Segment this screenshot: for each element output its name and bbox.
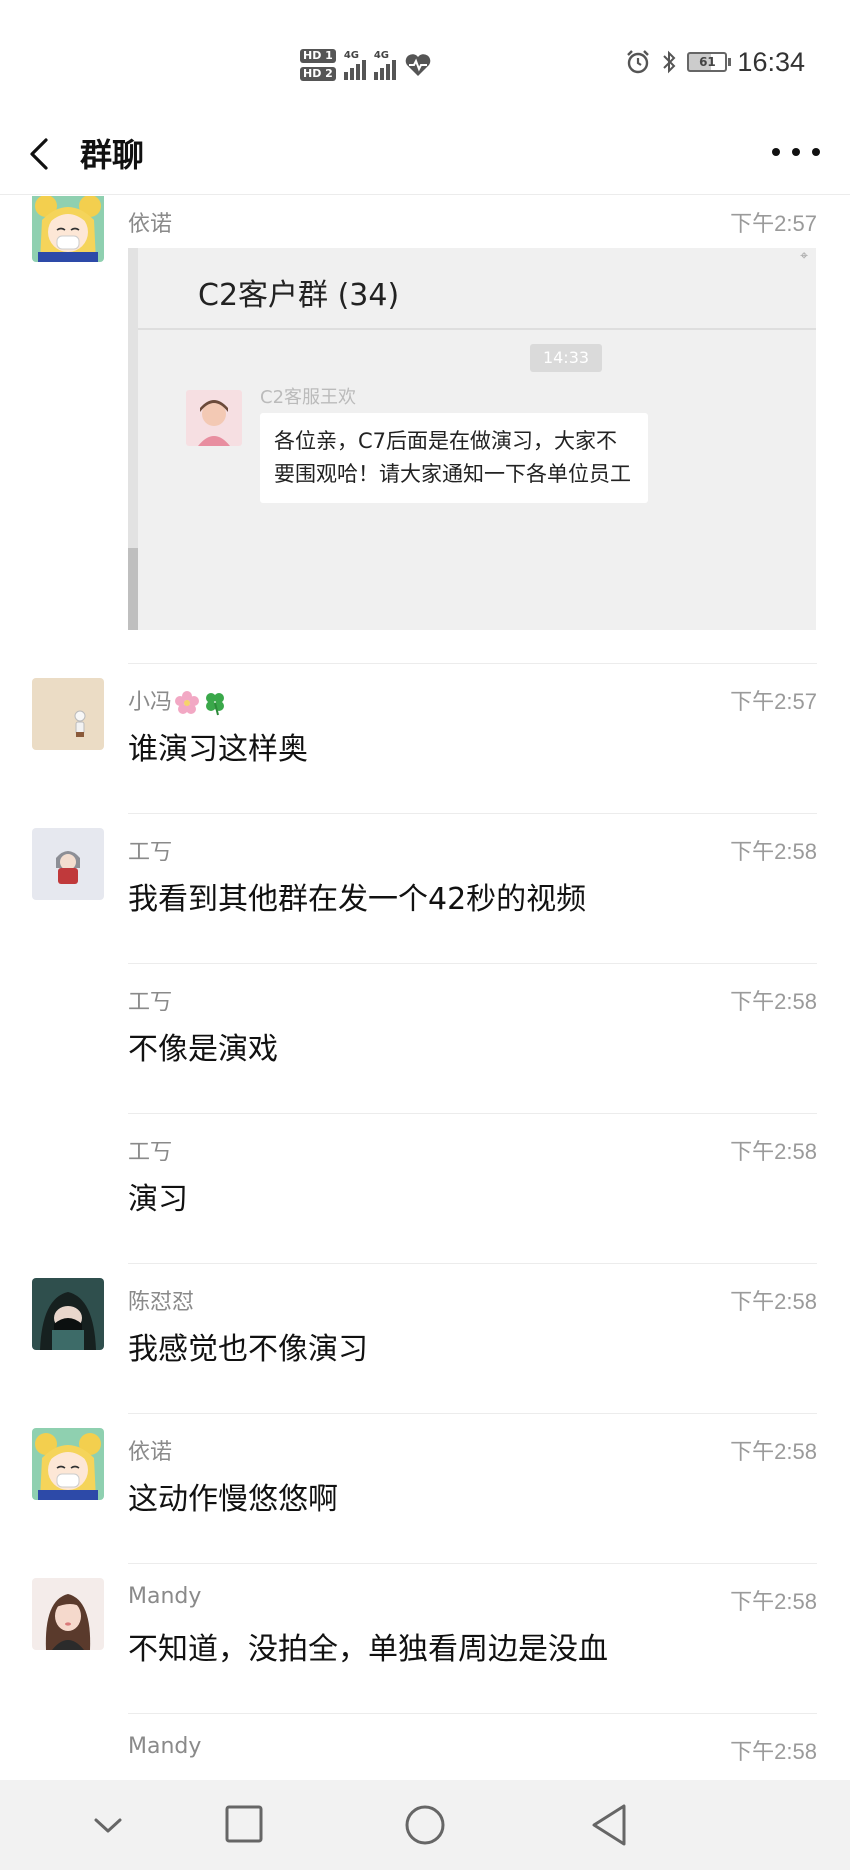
avatar[interactable]: [32, 1278, 104, 1350]
message-time: 下午2:58: [730, 989, 817, 1014]
clock-time: 16:34: [737, 46, 805, 77]
heartbeat-icon: [405, 54, 431, 76]
message-time: 下午2:58: [730, 1289, 817, 1314]
screenshot-group-title: C2客户群 (34): [198, 278, 400, 313]
message-item: 小冯 下午2:57 谁演习这样奥: [0, 664, 850, 814]
message-item: 工丂 下午2:58 不像是演戏: [0, 964, 850, 1114]
bluetooth-icon: [663, 50, 676, 74]
message-time: 下午2:58: [730, 1589, 817, 1614]
screenshot-sidebar: [128, 248, 138, 630]
chevron-left-icon: [30, 138, 48, 170]
back-button[interactable]: [22, 128, 62, 178]
sender-name: Mandy: [128, 1734, 202, 1759]
sailor-moon-avatar: [32, 196, 104, 262]
avatar[interactable]: [32, 828, 104, 900]
sender-name: 工丂: [128, 990, 173, 1015]
sender-name: Mandy: [128, 1584, 202, 1609]
girl-portrait-avatar: [32, 1578, 104, 1650]
message-list[interactable]: 依诺 下午2:57 C2客户群 (34) ⌖ 14:33 C2客服王欢 各位亲，…: [0, 196, 850, 1780]
message-time: 下午2:58: [730, 839, 817, 864]
network-type-2: 4G: [373, 50, 389, 61]
status-bar: HD 1 HD 2 4G 4G 61 16:34: [0, 0, 850, 120]
hd-badge-1: HD 1: [300, 49, 336, 63]
avatar[interactable]: [32, 196, 104, 262]
sailor-moon-avatar: [32, 1428, 104, 1500]
red-figure-avatar: [32, 828, 104, 900]
collapse-nav-button[interactable]: [78, 1800, 138, 1850]
message-text[interactable]: 不知道，没拍全，单独看周边是没血: [128, 1624, 608, 1668]
message-item: 陈怼怼 下午2:58 我感觉也不像演习: [0, 1264, 850, 1414]
hd-badges: HD 1 HD 2: [300, 49, 336, 81]
back-triangle-icon: [592, 1804, 626, 1846]
sender-name: 依诺: [128, 1440, 173, 1465]
sender-name: 陈怼怼: [128, 1290, 195, 1315]
message-time: 下午2:58: [730, 1139, 817, 1164]
message-item: 依诺 下午2:57 C2客户群 (34) ⌖ 14:33 C2客服王欢 各位亲，…: [0, 196, 850, 664]
message-time: 下午2:57: [730, 211, 817, 236]
message-time: 下午2:57: [730, 689, 817, 714]
sender-name: 工丂: [128, 840, 173, 865]
chat-header: 群聊: [0, 110, 850, 195]
beige-figure-avatar: [32, 678, 104, 750]
system-navigation-bar: [0, 1780, 850, 1870]
message-item: 工丂 下午2:58 我看到其他群在发一个42秒的视频: [0, 814, 850, 964]
flower-emoji-icon: [175, 691, 200, 714]
dark-hood-avatar: [32, 1278, 104, 1350]
sender-name: 依诺: [128, 212, 173, 237]
screenshot-timestamp: 14:33: [530, 344, 602, 372]
system-indicators: 61 16:34: [625, 42, 805, 82]
pin-icon: ⌖: [800, 248, 808, 264]
message-text[interactable]: 我看到其他群在发一个42秒的视频: [128, 874, 586, 918]
message-time: 下午2:58: [730, 1739, 817, 1764]
message-item: Mandy 下午2:58: [0, 1714, 850, 1780]
network-type-1: 4G: [343, 50, 359, 61]
hd-badge-2: HD 2: [300, 67, 336, 81]
clover-emoji-icon: [206, 693, 225, 716]
message-text[interactable]: 谁演习这样奥: [128, 724, 308, 768]
signal-icon: 4G: [343, 50, 366, 80]
message-text[interactable]: 演习: [128, 1174, 188, 1218]
avatar[interactable]: [32, 678, 104, 750]
network-indicators: HD 1 HD 2 4G 4G: [300, 40, 432, 90]
message-item: 工丂 下午2:58 演习: [0, 1114, 850, 1264]
battery-icon: 61: [687, 52, 732, 72]
signal-icon: 4G: [373, 50, 396, 80]
collapse-chevron-icon: [94, 1818, 122, 1833]
recents-button[interactable]: [215, 1800, 275, 1850]
back-nav-button[interactable]: [580, 1800, 640, 1850]
screenshot-sender: C2客服王欢: [260, 387, 357, 408]
message-time: 下午2:58: [730, 1439, 817, 1464]
page-title: 群聊: [80, 136, 145, 174]
screenshot-header: C2客户群 (34) ⌖: [138, 248, 816, 330]
more-dots-icon: [772, 148, 780, 156]
message-text[interactable]: 不像是演戏: [128, 1024, 278, 1068]
message-text[interactable]: 我感觉也不像演习: [128, 1324, 368, 1368]
more-button[interactable]: [772, 132, 820, 172]
home-circle-icon: [405, 1805, 445, 1845]
screenshot-message-bubble: 各位亲，C7后面是在做演习，大家不要围观哈！请大家通知一下各单位员工: [260, 413, 648, 503]
message-item: 依诺 下午2:58 这动作慢悠悠啊: [0, 1414, 850, 1564]
screenshot-avatar: [186, 390, 242, 446]
pink-girl-avatar: [186, 390, 242, 446]
recents-square-icon: [225, 1805, 263, 1843]
message-text[interactable]: 这动作慢悠悠啊: [128, 1474, 338, 1518]
sender-name: 工丂: [128, 1140, 173, 1165]
sender-name: 小冯: [128, 684, 228, 716]
avatar[interactable]: [32, 1578, 104, 1650]
home-button[interactable]: [395, 1800, 455, 1850]
alarm-icon: [627, 50, 650, 74]
avatar[interactable]: [32, 1428, 104, 1500]
shared-screenshot-image[interactable]: C2客户群 (34) ⌖ 14:33 C2客服王欢 各位亲，C7后面是在做演习，…: [128, 248, 816, 630]
message-item: Mandy 下午2:58 不知道，没拍全，单独看周边是没血: [0, 1564, 850, 1714]
